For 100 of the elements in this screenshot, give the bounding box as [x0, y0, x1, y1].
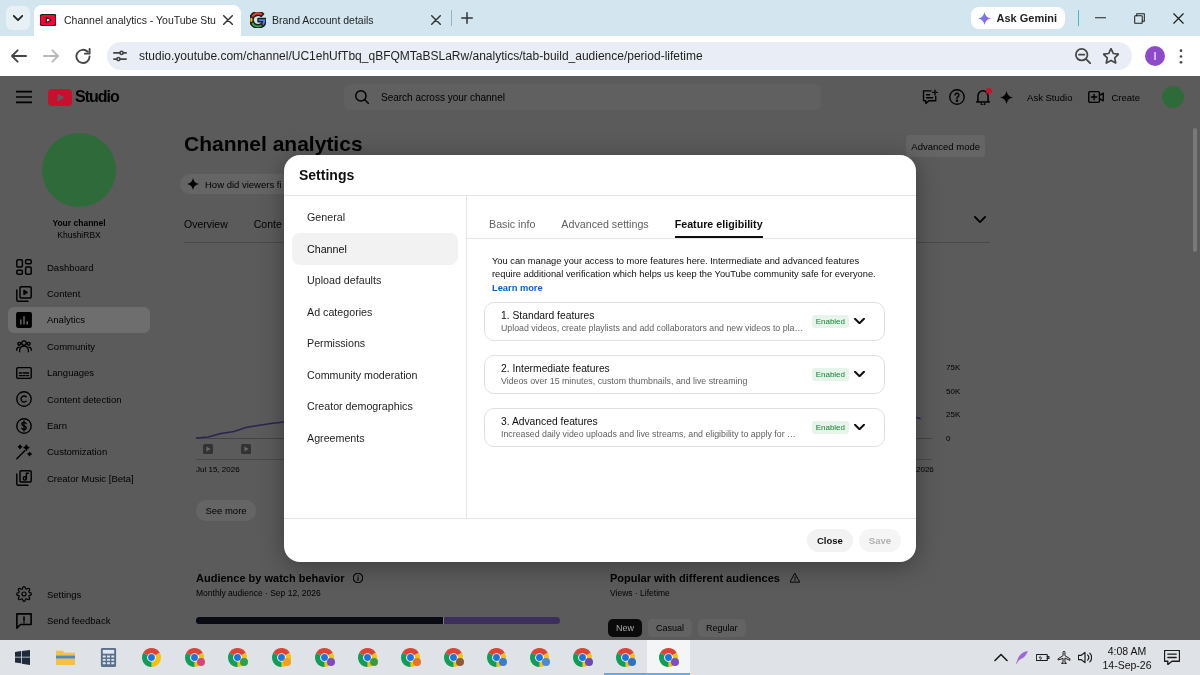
clock-button[interactable]: 4:08 AM 14-Sep-26 [1100, 640, 1154, 675]
close-icon[interactable] [1173, 12, 1184, 24]
minimize-icon[interactable] [1095, 17, 1106, 19]
back-arrow-icon[interactable] [11, 48, 27, 64]
browser-tab[interactable]: Channel analytics - YouTube Stu [34, 5, 241, 36]
warning-icon[interactable] [789, 573, 800, 583]
filter-chip[interactable]: Casual [648, 619, 693, 637]
settings-nav-item[interactable]: General [292, 201, 458, 233]
prompt-chip[interactable]: How did viewers fi [180, 174, 284, 194]
studio-wordmark[interactable]: Studio [75, 88, 119, 106]
nav-item[interactable]: Send feedback [8, 607, 150, 634]
nav-item[interactable]: Content [8, 280, 150, 307]
nav-item[interactable]: Analytics [8, 306, 150, 334]
create-button[interactable]: Create [1088, 89, 1140, 105]
close-icon[interactable] [431, 14, 441, 25]
g-logo-icon [250, 11, 266, 28]
subtitles-icon [16, 364, 32, 381]
chevron-down-icon[interactable] [854, 318, 865, 325]
music-library-icon [16, 470, 32, 487]
video-marker-icon[interactable] [203, 444, 213, 454]
tab[interactable]: Conte [253, 208, 282, 242]
tab[interactable]: Advanced settings [561, 196, 649, 238]
settings-nav-item[interactable]: Permissions [292, 327, 458, 359]
bell-icon[interactable] [975, 89, 992, 105]
advanced-mode-button[interactable]: Advanced mode [906, 135, 985, 157]
reload-icon[interactable] [75, 48, 91, 64]
status-badge: Enabled [811, 367, 849, 381]
filter-chip[interactable]: Regular [698, 619, 746, 637]
nav-item[interactable]: Community [8, 333, 150, 360]
airplane-icon[interactable] [1057, 651, 1071, 664]
nav-item[interactable]: Earn [8, 412, 150, 439]
page-title: Channel analytics [184, 133, 363, 155]
close-icon[interactable] [223, 14, 233, 25]
tab-list-button[interactable] [6, 6, 30, 30]
settings-nav-item[interactable]: Ad categories [292, 296, 458, 328]
feature-description: Increased daily video uploads and live streams, and eligibility to apply for … [501, 427, 797, 440]
feature-title: 1. Standard features [501, 308, 596, 322]
settings-nav-item[interactable]: Channel [292, 233, 458, 265]
learn-more-link[interactable]: Learn more [492, 281, 543, 295]
address-bar[interactable]: studio.youtube.com/channel/UC1ehUfTbq_qBFQMTaBSLaRw/analytics/tab-build_audience/period-lifetime [107, 42, 1132, 70]
close-button[interactable]: Close [806, 529, 853, 552]
copyright-icon [16, 391, 32, 408]
section-title: Audience by watch behavior [196, 572, 345, 584]
settings-nav-item[interactable]: Community moderation [292, 359, 458, 391]
nav-item[interactable]: Content detection [8, 385, 150, 413]
search-field[interactable]: Search across your channel [344, 84, 821, 110]
windows-logo-icon[interactable] [14, 650, 30, 665]
menu-icon[interactable] [16, 89, 32, 105]
channel-caption: Your channel [52, 217, 106, 229]
axis-label: 25K [946, 409, 961, 422]
nav-item[interactable]: Languages [8, 359, 150, 386]
grid-icon [16, 259, 32, 276]
ask-gemini-button[interactable]: Ask Gemini [971, 7, 1065, 29]
tab[interactable]: Overview [184, 208, 228, 242]
chevron-down-icon[interactable] [854, 371, 865, 378]
nav-item[interactable]: Settings [8, 581, 150, 608]
ask-studio-button[interactable]: Ask Studio [1000, 90, 1073, 104]
site-settings-icon[interactable] [113, 50, 127, 62]
feature-card[interactable]: 2. Intermediate features Videos over 15 minutes, custom thumbnails, and live streaming Enabled [484, 354, 885, 394]
nav-item[interactable]: Dashboard [8, 254, 150, 281]
sparkle-icon [978, 11, 992, 25]
help-icon[interactable] [949, 89, 966, 105]
feature-title: 3. Advanced features [501, 414, 599, 428]
axis-label: 0 [946, 432, 951, 445]
caret-up-icon[interactable] [994, 651, 1008, 664]
notification-icon[interactable] [1164, 650, 1180, 665]
comment-icon[interactable] [922, 89, 939, 105]
taskbar-button[interactable] [647, 640, 691, 675]
feature-card[interactable]: 1. Standard features Upload videos, create playlists and add collaborators and new videos to pla… Enabled [484, 301, 885, 341]
browser-tab[interactable]: Brand Account details [245, 5, 447, 36]
tab[interactable]: Basic info [489, 196, 536, 238]
plus-icon[interactable] [461, 12, 473, 24]
filter-chip[interactable]: New [608, 619, 642, 637]
calculator-icon [99, 648, 119, 667]
star-icon[interactable] [1103, 48, 1119, 64]
people-icon [16, 338, 32, 355]
magic-wand-icon [16, 443, 32, 460]
battery-icon[interactable] [1036, 651, 1050, 664]
see-more-button[interactable]: See more [196, 500, 256, 521]
video-marker-icon[interactable] [241, 444, 251, 454]
nav-item[interactable]: Creator Music [Beta] [8, 465, 150, 492]
tab[interactable]: Feature eligibility [674, 196, 763, 238]
info-icon[interactable] [352, 573, 363, 583]
line-chart-drawing [916, 415, 932, 441]
feature-description: Upload videos, create playlists and add collaborators and new videos to pla… [501, 321, 805, 334]
pen-icon[interactable] [1015, 651, 1029, 664]
chevron-down-icon[interactable] [854, 424, 865, 431]
nav-item[interactable]: Customization [8, 438, 150, 466]
settings-nav-item[interactable]: Creator demographics [292, 390, 458, 422]
speaker-icon[interactable] [1078, 651, 1092, 664]
profile-avatar[interactable]: I [1145, 46, 1165, 66]
feature-card[interactable]: 3. Advanced features Increased daily video uploads and live streams, and eligibility to apply for … Enabled [484, 407, 885, 447]
settings-nav-item[interactable]: Agreements [292, 422, 458, 454]
more-icon[interactable] [1179, 48, 1183, 64]
restore-icon[interactable] [1134, 12, 1145, 24]
status-badge: Enabled [811, 420, 849, 434]
play-logo-icon [40, 13, 56, 26]
zoom-icon[interactable] [1075, 48, 1091, 64]
settings-nav-item[interactable]: Upload defaults [292, 264, 458, 296]
search-icon [355, 90, 369, 104]
